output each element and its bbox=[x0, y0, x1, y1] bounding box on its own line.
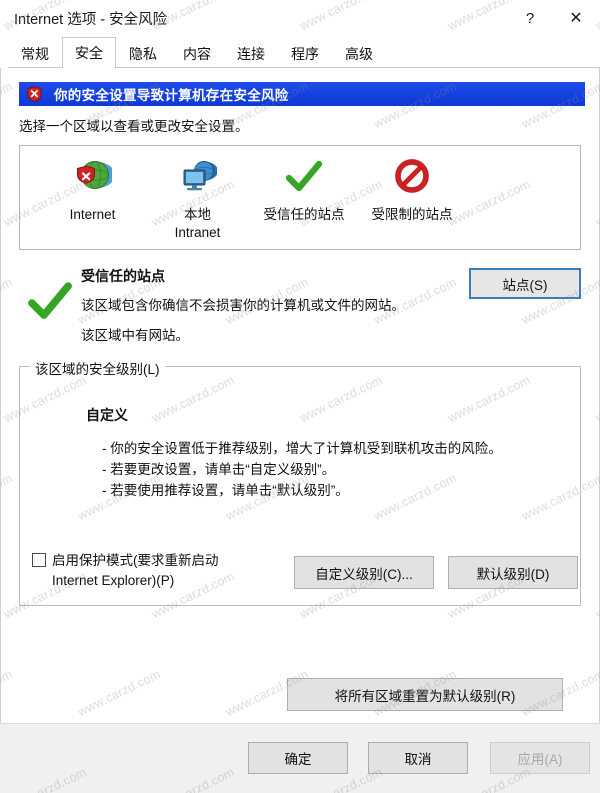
security-level-legend: 该区域的安全级别(L) bbox=[30, 358, 165, 378]
zone-label: 本地 Intranet bbox=[174, 207, 221, 241]
title-bar: Internet 选项 - 安全风险 ? ✕ bbox=[0, 0, 600, 36]
tab-strip: 常规 安全 隐私 内容 连接 程序 高级 bbox=[0, 36, 600, 68]
zone-instruction-text: 选择一个区域以查看或更改安全设置。 bbox=[19, 119, 249, 134]
green-check-icon bbox=[285, 156, 323, 200]
reset-all-zones-button[interactable]: 将所有区域重置为默认级别(R) bbox=[287, 678, 563, 711]
zone-label: 受限制的站点 bbox=[371, 207, 453, 222]
red-shield-warning-icon bbox=[27, 86, 42, 102]
sites-button[interactable]: 站点(S) bbox=[469, 268, 581, 299]
zone-item-trusted-sites[interactable]: 受信任的站点 bbox=[250, 156, 358, 224]
green-check-icon bbox=[19, 264, 81, 326]
default-level-button[interactable]: 默认级别(D) bbox=[448, 556, 578, 589]
zone-item-local-intranet[interactable]: 本地 Intranet bbox=[145, 156, 250, 242]
zone-label: Internet bbox=[69, 207, 116, 222]
close-icon[interactable]: ✕ bbox=[552, 0, 600, 36]
custom-level-button[interactable]: 自定义级别(C)... bbox=[294, 556, 434, 589]
security-warning-banner: 你的安全设置导致计算机存在安全风险 bbox=[19, 82, 585, 106]
tab-programs[interactable]: 程序 bbox=[278, 38, 332, 68]
selected-zone-description-line-1: 该区域包含你确信不会损害你的计算机或文件的网站。 bbox=[81, 298, 405, 313]
zone-item-internet[interactable]: Internet bbox=[40, 156, 145, 224]
globe-with-red-shield-icon bbox=[74, 156, 112, 200]
security-level-groupbox: 该区域的安全级别(L) 自定义 - 你的安全设置低于推荐级别，增大了计算机受到联… bbox=[19, 358, 581, 606]
tab-advanced[interactable]: 高级 bbox=[332, 38, 386, 68]
security-level-bullet: - 你的安全设置低于推荐级别，增大了计算机受到联机攻击的风险。 bbox=[102, 441, 502, 456]
protected-mode-label: 启用保护模式(要求重新启动 Internet Explorer)(P) bbox=[52, 552, 219, 588]
protected-mode-checkbox[interactable] bbox=[32, 552, 46, 567]
tab-general[interactable]: 常规 bbox=[8, 38, 62, 68]
tab-security[interactable]: 安全 bbox=[62, 37, 116, 68]
dialog-footer: 确定 取消 应用(A) bbox=[0, 723, 600, 793]
selected-zone-description: 受信任的站点 该区域包含你确信不会损害你的计算机或文件的网站。 该区域中有网站。… bbox=[19, 264, 581, 352]
selected-zone-description-line-2: 该区域中有网站。 bbox=[81, 327, 189, 343]
monitor-globe-icon bbox=[179, 156, 217, 200]
zone-selector-list: Internet 本地 Intranet 受信任的站点 受限制的站点 bbox=[19, 145, 581, 250]
cancel-button[interactable]: 取消 bbox=[368, 742, 468, 774]
security-warning-text: 你的安全设置导致计算机存在安全风险 bbox=[54, 88, 289, 103]
tab-connections[interactable]: 连接 bbox=[224, 38, 278, 68]
window-title: Internet 选项 - 安全风险 bbox=[14, 11, 168, 28]
security-tab-panel: 你的安全设置导致计算机存在安全风险 选择一个区域以查看或更改安全设置。 Inte… bbox=[0, 68, 600, 759]
apply-button: 应用(A) bbox=[490, 742, 590, 774]
help-icon[interactable]: ? bbox=[508, 0, 552, 36]
security-level-bullet: - 若要更改设置，请单击“自定义级别”。 bbox=[102, 461, 336, 477]
tab-privacy[interactable]: 隐私 bbox=[116, 38, 170, 68]
selected-zone-name: 受信任的站点 bbox=[81, 268, 165, 284]
tab-content[interactable]: 内容 bbox=[170, 38, 224, 68]
zone-item-restricted-sites[interactable]: 受限制的站点 bbox=[358, 156, 466, 224]
security-level-bullets: - 你的安全设置低于推荐级别，增大了计算机受到联机攻击的风险。 - 若要更改设置… bbox=[102, 439, 522, 502]
current-security-level: 自定义 bbox=[86, 407, 128, 423]
security-level-bullet: - 若要使用推荐设置，请单击“默认级别”。 bbox=[102, 482, 349, 498]
zone-label: 受信任的站点 bbox=[263, 207, 345, 222]
ok-button[interactable]: 确定 bbox=[248, 742, 348, 774]
red-prohibition-icon bbox=[393, 156, 431, 200]
